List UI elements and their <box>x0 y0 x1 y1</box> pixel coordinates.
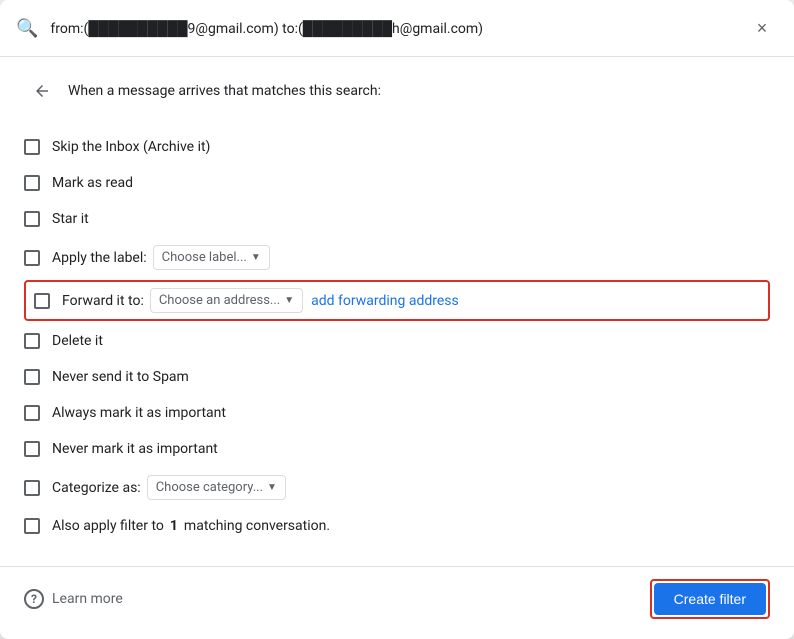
label-mark-as-read: Mark as read <box>52 175 133 191</box>
checkbox-star-it[interactable] <box>24 211 40 227</box>
chevron-down-icon: ▼ <box>267 482 277 493</box>
dialog-content: When a message arrives that matches this… <box>0 57 794 566</box>
checkbox-never-important[interactable] <box>24 441 40 457</box>
checkbox-delete-it[interactable] <box>24 333 40 349</box>
search-icon: 🔍 <box>16 18 38 39</box>
create-filter-button[interactable]: Create filter <box>654 583 766 615</box>
back-button[interactable] <box>24 73 60 109</box>
back-row: When a message arrives that matches this… <box>24 73 770 109</box>
option-forward-it: Forward it to: Choose an address... ▼ ad… <box>24 280 770 321</box>
label-skip-inbox: Skip the Inbox (Archive it) <box>52 139 210 155</box>
learn-more-row[interactable]: ? Learn more <box>24 589 123 609</box>
label-delete-it: Delete it <box>52 333 103 349</box>
label-also-apply: Also apply filter to 1 matching conversa… <box>52 518 330 534</box>
checkbox-categorize-as[interactable] <box>24 480 40 496</box>
option-skip-inbox: Skip the Inbox (Archive it) <box>24 129 770 165</box>
checkbox-always-important[interactable] <box>24 405 40 421</box>
label-categorize-as: Categorize as: Choose category... ▼ <box>52 475 286 500</box>
learn-more-text: Learn more <box>52 591 123 607</box>
label-never-spam: Never send it to Spam <box>52 369 189 385</box>
instruction-text: When a message arrives that matches this… <box>68 83 381 99</box>
checkbox-apply-label[interactable] <box>24 250 40 266</box>
create-filter-button-wrapper: Create filter <box>650 579 770 619</box>
option-never-important: Never mark it as important <box>24 431 770 467</box>
option-apply-label: Apply the label: Choose label... ▼ <box>24 237 770 278</box>
label-dropdown[interactable]: Choose label... ▼ <box>153 245 270 270</box>
label-never-important: Never mark it as important <box>52 441 218 457</box>
checkbox-also-apply[interactable] <box>24 518 40 534</box>
option-never-spam: Never send it to Spam <box>24 359 770 395</box>
chevron-down-icon: ▼ <box>284 295 294 306</box>
option-categorize-as: Categorize as: Choose category... ▼ <box>24 467 770 508</box>
dialog-footer: ? Learn more Create filter <box>0 566 794 639</box>
category-dropdown[interactable]: Choose category... ▼ <box>147 475 286 500</box>
add-forwarding-link[interactable]: add forwarding address <box>311 293 459 309</box>
close-button[interactable]: × <box>746 12 778 44</box>
label-star-it: Star it <box>52 211 89 227</box>
help-icon: ? <box>24 589 44 609</box>
filter-dialog: 🔍 from:(██████████9@gmail.com) to:(█████… <box>0 0 794 639</box>
chevron-down-icon: ▼ <box>251 252 261 263</box>
checkbox-skip-inbox[interactable] <box>24 139 40 155</box>
search-query-text: from:(██████████9@gmail.com) to:(███████… <box>50 20 746 37</box>
option-star-it: Star it <box>24 201 770 237</box>
option-also-apply: Also apply filter to 1 matching conversa… <box>24 508 770 544</box>
forwarding-address-dropdown[interactable]: Choose an address... ▼ <box>150 288 303 313</box>
checkbox-never-spam[interactable] <box>24 369 40 385</box>
dialog-header: 🔍 from:(██████████9@gmail.com) to:(█████… <box>0 0 794 57</box>
label-apply-label: Apply the label: Choose label... ▼ <box>52 245 270 270</box>
checkbox-forward-it[interactable] <box>34 293 50 309</box>
option-mark-as-read: Mark as read <box>24 165 770 201</box>
option-always-important: Always mark it as important <box>24 395 770 431</box>
label-always-important: Always mark it as important <box>52 405 226 421</box>
label-forward-it: Forward it to: Choose an address... ▼ <box>62 288 303 313</box>
checkbox-mark-as-read[interactable] <box>24 175 40 191</box>
option-delete-it: Delete it <box>24 323 770 359</box>
